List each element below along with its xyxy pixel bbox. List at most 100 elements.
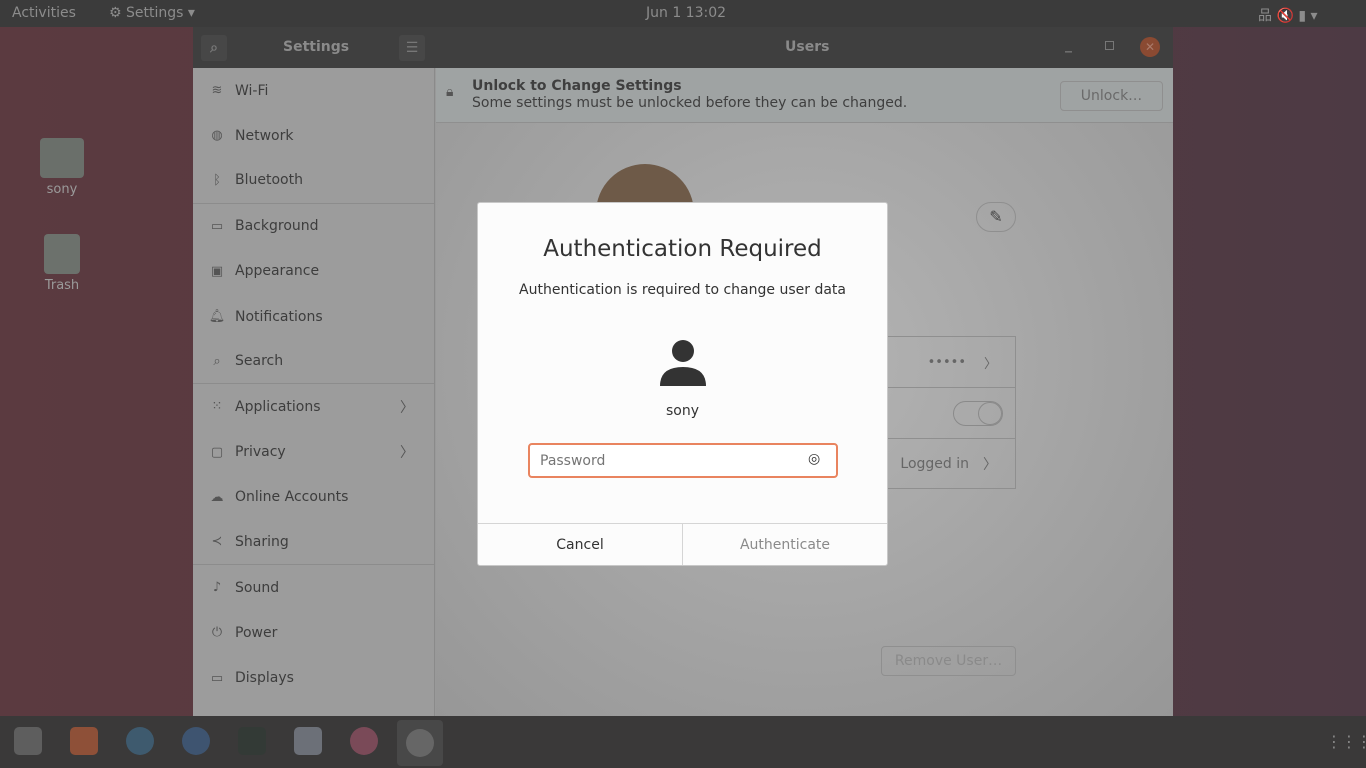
gear-icon: ⚙ — [109, 5, 122, 21]
search-button[interactable]: ⌕ — [201, 35, 227, 61]
bluetooth-icon: ᛒ — [213, 172, 221, 188]
window-title: Users — [785, 39, 830, 55]
user-settings-list: ••••• 〉 Logged in 〉 — [886, 336, 1016, 489]
network-icon: ◍ — [211, 128, 223, 144]
sidebar-item-notifications[interactable]: 🔔︎ Notifications — [193, 294, 434, 339]
sidebar-item-label: Search — [235, 353, 284, 370]
user-icon — [660, 340, 706, 386]
chevron-right-icon: 〉 — [983, 356, 997, 372]
app-menu[interactable]: ⚙ Settings ▾ — [109, 5, 195, 21]
appearance-icon: ▣ — [210, 263, 224, 279]
dialog-username: sony — [665, 403, 700, 419]
close-icon: ✕ — [1144, 40, 1156, 54]
desktop-icon-home[interactable]: sony — [32, 138, 92, 197]
eye-slash-icon[interactable]: ◎ — [808, 451, 820, 467]
share-icon: ≺ — [211, 534, 223, 550]
dock: ⋮⋮⋮ — [0, 716, 1366, 768]
sidebar-item-sound[interactable]: ♪ Sound — [193, 565, 434, 610]
sidebar-item-background[interactable]: ▭ Background — [193, 204, 434, 249]
dialog-message: Authentication is required to change use… — [519, 282, 846, 298]
pencil-icon: ✎ — [989, 207, 1003, 226]
system-tray[interactable]: 品 🔇 ▮ ▾ — [1258, 5, 1318, 25]
top-bar: Activities ⚙ Settings ▾ Jun 1 13:02 品 🔇 … — [0, 0, 1366, 27]
auto-login-row — [887, 388, 1015, 439]
auth-dialog: Authentication Required Authentication i… — [477, 202, 888, 566]
sidebar-item-privacy[interactable]: ▢ Privacy 〉 — [193, 430, 434, 475]
sidebar-item-online-accounts[interactable]: ☁ Online Accounts — [193, 475, 434, 520]
sidebar-item-label: Displays — [235, 670, 294, 687]
cloud-icon: ☁ — [210, 489, 224, 505]
last-login-value: Logged in — [900, 456, 969, 472]
sidebar-item-applications[interactable]: ⁙ Applications 〉 — [193, 384, 434, 429]
trash-icon — [44, 234, 80, 274]
chromium-icon[interactable] — [182, 727, 210, 755]
activities-button[interactable]: Activities — [12, 5, 76, 21]
sidebar-item-bluetooth[interactable]: ᛒ Bluetooth — [193, 158, 434, 204]
sidebar-item-label: Sound — [235, 579, 280, 596]
power-icon: ⏻ — [211, 625, 223, 641]
sidebar-item-label: Sharing — [235, 533, 289, 550]
bell-icon: 🔔︎ — [208, 309, 226, 325]
chevron-right-icon: 〉 — [400, 399, 414, 416]
wifi-icon: ≋ — [211, 83, 223, 99]
sidebar-item-sharing[interactable]: ≺ Sharing — [193, 520, 434, 566]
menu-button[interactable]: ☰ — [399, 35, 425, 61]
settings-dock-item[interactable] — [397, 720, 443, 766]
terminal-icon[interactable] — [238, 727, 266, 755]
app-menu-label: Settings — [126, 5, 184, 21]
background-icon: ▭ — [210, 218, 224, 234]
banner-subtitle: Some settings must be unlocked before th… — [472, 95, 908, 111]
password-input[interactable] — [528, 443, 838, 478]
clock[interactable]: Jun 1 13:02 — [646, 5, 726, 21]
sidebar-item-search[interactable]: ⌕ Search — [193, 339, 434, 385]
search-icon: ⌕ — [210, 40, 218, 56]
lock-icon: ▢ — [210, 444, 224, 460]
show-apps-icon[interactable]: ⋮⋮⋮ — [1326, 732, 1366, 751]
edit-name-button[interactable]: ✎ — [976, 202, 1016, 232]
lock-icon: 🔒︎ — [446, 84, 454, 100]
files-icon[interactable] — [14, 727, 42, 755]
search-icon: ⌕ — [213, 353, 221, 369]
sidebar-item-label: Applications — [235, 398, 321, 415]
cancel-button[interactable]: Cancel — [478, 524, 683, 565]
dialog-title: Authentication Required — [543, 236, 822, 262]
sidebar-item-label: Power — [235, 624, 278, 641]
home-folder-icon — [40, 138, 84, 178]
sidebar-item-label: Wi-Fi — [235, 82, 269, 99]
sidebar-item-power[interactable]: ⏻ Power — [193, 610, 434, 655]
sidebar: ≋ Wi-Fi ◍ Network ᛒ Bluetooth ▭ Background ▣ Appe… — [193, 68, 435, 716]
sidebar-item-label: Network — [235, 127, 294, 144]
chevron-right-icon: 〉 — [983, 457, 997, 473]
sidebar-item-wi-fi[interactable]: ≋ Wi-Fi — [193, 68, 434, 113]
sidebar-item-label: Background — [235, 218, 319, 235]
software-icon[interactable] — [70, 727, 98, 755]
remove-user-button[interactable]: Remove User… — [881, 646, 1016, 676]
sidebar-title: Settings — [283, 39, 350, 55]
last-login-row[interactable]: Logged in 〉 — [887, 439, 1015, 489]
firefox-icon[interactable] — [350, 727, 378, 755]
chevron-right-icon: 〉 — [400, 445, 414, 462]
unlock-button[interactable]: Unlock… — [1060, 81, 1163, 111]
unlock-banner: 🔒︎ Unlock to Change Settings Some settin… — [436, 68, 1173, 123]
help-icon[interactable] — [126, 727, 154, 755]
desktop-icon-trash[interactable]: Trash — [32, 234, 92, 293]
sidebar-item-label: Appearance — [235, 263, 320, 280]
sidebar-item-network[interactable]: ◍ Network — [193, 113, 434, 158]
maximize-button[interactable] — [1105, 41, 1114, 50]
hamburger-icon: ☰ — [405, 40, 419, 56]
auto-login-toggle[interactable] — [953, 401, 1003, 426]
password-row[interactable]: ••••• 〉 — [887, 337, 1015, 388]
text-editor-icon[interactable] — [294, 727, 322, 755]
sidebar-item-label: Bluetooth — [235, 172, 303, 189]
sidebar-item-label: Online Accounts — [235, 489, 349, 506]
minimize-button[interactable]: _ — [1065, 37, 1072, 53]
music-icon: ♪ — [212, 580, 222, 596]
desktop-icon-label: sony — [46, 182, 78, 197]
sidebar-item-appearance[interactable]: ▣ Appearance — [193, 249, 434, 294]
sidebar-item-label: Privacy — [235, 444, 286, 461]
authenticate-button[interactable]: Authenticate — [683, 524, 887, 565]
grid-icon: ⁙ — [211, 399, 223, 415]
sidebar-item-displays[interactable]: ▭ Displays — [193, 655, 434, 700]
sidebar-item-label: Notifications — [235, 308, 323, 325]
close-button[interactable]: ✕ — [1140, 37, 1160, 57]
